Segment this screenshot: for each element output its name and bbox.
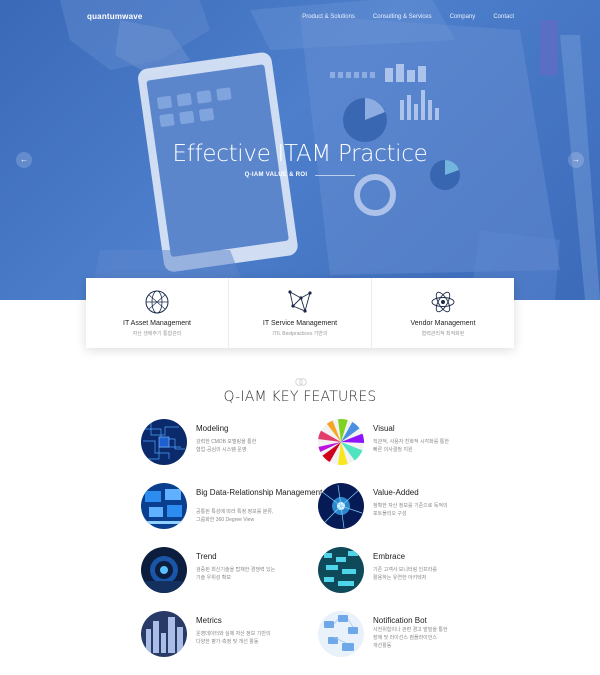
main-menu: Product & Solutions Consulting & Service… <box>302 14 514 20</box>
feature-desc-line: 사전위험이나 관련 경고 발밀을 통한 <box>373 627 448 633</box>
feature-embrace[interactable]: Embrace 기존 고객사 모니터링 인프라를 활용하는 유연한 아키텍처 <box>318 547 508 597</box>
value-added-thumbnail <box>318 483 364 529</box>
feature-desc-line: 포트폴리오 구성 <box>373 511 407 517</box>
features-heading: Q-IAM KEY FEATURES <box>223 389 377 405</box>
feature-title: Big Data-Relationship Management <box>196 488 323 497</box>
visual-thumbnail <box>318 419 364 465</box>
modeling-thumbnail <box>141 419 187 465</box>
service-card-desc: 협력관리적 최적화된 <box>421 331 465 337</box>
feature-title: Visual <box>373 424 395 433</box>
logo[interactable]: quantumwave <box>87 12 143 21</box>
service-cards: IT Asset Management 자산 생애주기 통합관리 IT Serv… <box>86 278 514 348</box>
service-card-desc: 자산 생애주기 통합관리 <box>132 331 182 337</box>
top-navigation: quantumwave Product & Solutions Consulti… <box>0 0 600 36</box>
feature-big-data[interactable]: Big Data-Relationship Management 공통된 특성에… <box>141 483 331 533</box>
feature-desc-line: 활용하는 유연한 아키텍처 <box>373 575 427 581</box>
hero-subtitle-divider <box>315 174 356 176</box>
feature-notification-bot[interactable]: Notification Bot 사전위험이나 관련 경고 발밀을 통한 장애 … <box>318 611 508 661</box>
feature-desc-line: 빠른 의사결정 지원 <box>373 447 413 453</box>
feature-desc-line: 다양한 평가·측정 및 개선 활동 <box>196 639 259 645</box>
hero-subtitle: Q-IAM VALUE & ROI <box>244 172 308 178</box>
feature-desc-line: 정확한 자산 정보를 기준으로 독적의 <box>373 503 448 509</box>
feature-visual[interactable]: Visual 직관적, 사용자 친화적 시각화를 통한 빠른 의사결정 지원 <box>318 419 508 469</box>
constellation-icon <box>288 290 312 313</box>
service-card-desc: ITIL Bestpractices 기반의 <box>272 331 328 337</box>
hero-subtitle-row: Q-IAM VALUE & ROI <box>0 172 600 178</box>
feature-desc-line: 강력한 CMDB 모델링을 통한 <box>196 439 257 445</box>
feature-desc-line: 검증된 최신기술을 탑재한 경쟁력 있는 <box>196 567 276 573</box>
service-card-itam[interactable]: IT Asset Management 자산 생애주기 통합관리 <box>86 278 228 348</box>
feature-title: Notification Bot <box>373 616 427 625</box>
feature-title: Trend <box>196 552 217 561</box>
menu-item-consulting-services[interactable]: Consulting & Services <box>373 14 432 20</box>
service-card-title: IT Service Management <box>262 320 338 327</box>
metrics-thumbnail <box>141 611 187 657</box>
feature-desc-line: 운영데이터와 실제 자산 정보 기반의 <box>196 631 271 637</box>
feature-title: Modeling <box>196 424 229 433</box>
menu-item-company[interactable]: Company <box>450 14 476 20</box>
feature-value-added[interactable]: Value-Added 정확한 자산 정보를 기준으로 독적의 포트폴리오 구성 <box>318 483 508 533</box>
trend-thumbnail <box>141 547 187 593</box>
feature-title: Metrics <box>196 616 222 625</box>
rings-icon <box>295 378 307 386</box>
feature-desc-line: 그룹화한 360 Degree View <box>196 517 255 523</box>
feature-metrics[interactable]: Metrics 운영데이터와 실제 자산 정보 기반의 다양한 평가·측정 및 … <box>141 611 331 661</box>
service-card-vendor[interactable]: Vendor Management 협력관리적 최적화된 <box>371 278 514 348</box>
big-data-thumbnail <box>141 483 187 529</box>
feature-desc-line: 장애 및 라이선스 컴플라이언스 <box>373 635 437 641</box>
menu-item-contact[interactable]: Contact <box>493 14 514 20</box>
embrace-thumbnail <box>318 547 364 593</box>
service-card-title: IT Asset Management <box>123 320 191 327</box>
service-card-title: Vendor Management <box>410 320 476 327</box>
menu-item-product-solutions[interactable]: Product & Solutions <box>302 14 355 20</box>
feature-desc-line: 공통된 특성에 따라 특정 정보를 분류, <box>196 509 274 515</box>
feature-title: Embrace <box>373 552 406 561</box>
atom-icon <box>431 291 455 313</box>
notification-bot-thumbnail <box>318 611 364 657</box>
feature-title: Value-Added <box>373 488 419 497</box>
hero-title: Effective ITAM Practice <box>172 141 428 167</box>
feature-modeling[interactable]: Modeling 강력한 CMDB 모델링을 통한 협업·공심의 시스템 운영 <box>141 419 331 469</box>
service-card-itsm[interactable]: IT Service Management ITIL Bestpractices… <box>228 278 371 348</box>
feature-desc-line: 개선활동 <box>373 643 392 649</box>
feature-desc-line: 직관적, 사용자 친화적 시각화를 통한 <box>373 439 449 445</box>
globe-network-icon <box>145 290 169 314</box>
hero-banner: quantumwave Product & Solutions Consulti… <box>0 0 600 300</box>
feature-desc-line: 협업·공심의 시스템 운영 <box>196 447 247 453</box>
feature-trend[interactable]: Trend 검증된 최신기술을 탑재한 경쟁력 있는 기술 우위성 확보 <box>141 547 331 597</box>
feature-desc-line: 기술 우위성 확보 <box>196 575 231 581</box>
feature-desc-line: 기존 고객사 모니터링 인프라를 <box>373 567 437 573</box>
